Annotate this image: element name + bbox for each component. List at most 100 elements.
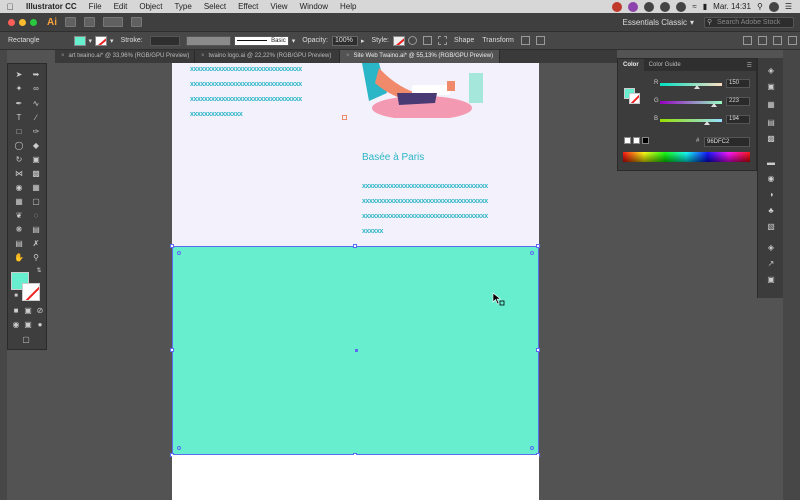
wifi-icon[interactable]: ≈ [692, 2, 696, 11]
edit-toolbar-icon[interactable]: ▢ [20, 335, 32, 344]
cloud-icon[interactable] [660, 1, 671, 12]
placeholder-text-line[interactable]: xxxxxxxxxxxxxxxxxxxxxxxxxxxxxxxxxxxx [362, 183, 488, 190]
selected-rectangle[interactable] [172, 246, 539, 455]
layers-icon[interactable]: ◈ [766, 243, 776, 252]
document-tab[interactable]: × art twaino.ai* @ 33,96% (RGB/GPU Previe… [55, 50, 195, 63]
graphic-style-swatch[interactable] [392, 35, 405, 46]
eraser-tool-icon[interactable]: ◆ [30, 141, 42, 150]
menu-type[interactable]: Type [168, 2, 197, 11]
slider-knob[interactable] [704, 121, 711, 125]
artboard[interactable]: xxxxxxxxxxxxxxxxxxxxxxxxxxxxxxxx xxxxxxx… [170, 63, 540, 500]
shaper-tool-icon[interactable]: ◯ [13, 141, 25, 150]
stock-search-input[interactable]: ⚲ Search Adobe Stock [704, 16, 794, 28]
line-tool-icon[interactable]: ∕ [30, 113, 42, 122]
swatches-icon[interactable]: ▦ [766, 100, 776, 109]
placeholder-text-line[interactable]: xxxxxxxxxxxxxxxxxxxxxxxxxxxxxxxx [190, 96, 302, 103]
brushes-icon[interactable]: ▤ [766, 118, 776, 127]
white-swatch[interactable] [633, 137, 640, 144]
direct-selection-tool-icon[interactable]: ➥ [30, 70, 42, 79]
opacity-label[interactable]: Opacity: [298, 37, 332, 44]
placeholder-text-line[interactable]: xxxxxx [362, 228, 383, 235]
corner-widget[interactable] [530, 251, 534, 255]
bridge-button[interactable] [65, 17, 76, 27]
none-mode-icon[interactable]: ⊘ [34, 306, 46, 315]
gradient-mode-icon[interactable]: ▣ [22, 306, 34, 315]
resize-handle[interactable] [170, 244, 174, 248]
resize-handle[interactable] [353, 244, 357, 248]
status-app-icon[interactable] [644, 1, 655, 12]
canvas-area[interactable]: xxxxxxxxxxxxxxxxxxxxxxxxxxxxxxxx xxxxxxx… [55, 63, 617, 500]
channel-value-input[interactable]: 194 [726, 115, 750, 124]
time-machine-icon[interactable] [676, 1, 687, 12]
close-tab-icon[interactable]: × [61, 53, 65, 59]
opacity-input[interactable]: 100% [331, 35, 358, 46]
zoom-tool-icon[interactable]: ⚲ [30, 253, 42, 262]
panel-menu-icon[interactable] [788, 36, 797, 45]
stock-button[interactable] [84, 17, 95, 27]
align-right-icon[interactable] [773, 36, 782, 45]
swap-colors-icon[interactable]: ⇅ [33, 267, 45, 276]
brush-definition[interactable]: Basic [233, 35, 289, 46]
stroke-color-swatch[interactable] [95, 35, 108, 46]
stroke-weight-input[interactable] [149, 35, 180, 46]
hand-tool-icon[interactable]: ✋ [13, 253, 25, 262]
menu-effect[interactable]: Effect [232, 2, 264, 11]
align-icon[interactable] [422, 36, 432, 45]
mesh-tool-icon[interactable]: ▦ [13, 197, 25, 206]
eyedropper-tool-icon[interactable]: ❦ [13, 211, 25, 220]
none-swatch[interactable] [624, 137, 631, 144]
scale-tool-icon[interactable]: ▣ [30, 155, 42, 164]
curvature-tool-icon[interactable]: ∿ [30, 99, 42, 108]
zoom-window-button[interactable] [30, 18, 37, 26]
rectangle-tool-icon[interactable]: □ [13, 127, 25, 136]
placeholder-text-line[interactable]: xxxxxxxxxxxxxxxxxxxxxxxxxxxxxxxx [190, 66, 302, 73]
gradient-tool-icon[interactable]: ▢ [30, 197, 42, 206]
clock[interactable]: Mar. 14:31 [713, 2, 751, 11]
properties-icon[interactable]: ▣ [766, 82, 776, 91]
notification-center-icon[interactable]: ☰ [785, 2, 792, 11]
close-window-button[interactable] [8, 18, 15, 26]
tab-color[interactable]: Color [618, 59, 644, 71]
tab-color-guide[interactable]: Color Guide [644, 59, 686, 71]
slice-tool-icon[interactable]: ✗ [30, 239, 42, 248]
corner-widget[interactable] [530, 446, 534, 450]
minimize-window-button[interactable] [19, 18, 26, 26]
slider-track[interactable] [660, 83, 722, 86]
screen-mode-icon[interactable]: ▣ [22, 320, 34, 329]
appearance-icon[interactable]: ♣ [766, 206, 776, 215]
grid-icon[interactable] [535, 36, 545, 45]
artboards-icon[interactable]: ▣ [766, 275, 776, 284]
align-left-icon[interactable] [743, 36, 752, 45]
slider-knob[interactable] [710, 103, 717, 107]
hex-input[interactable]: 96DFC2 [704, 137, 750, 147]
illustration-woman-laptop[interactable] [357, 63, 492, 118]
pen-tool-icon[interactable]: ✒ [13, 99, 25, 108]
magic-wand-tool-icon[interactable]: ✦ [13, 84, 25, 93]
menu-view[interactable]: View [264, 2, 293, 11]
app-menu[interactable]: Illustrator CC [20, 2, 83, 11]
gradient-icon[interactable]: ◉ [766, 174, 776, 183]
recolor-artwork-icon[interactable] [407, 36, 417, 45]
stroke-icon[interactable]: ▬ [766, 158, 776, 167]
lasso-tool-icon[interactable]: ∞ [30, 84, 42, 93]
channel-value-input[interactable]: 223 [726, 97, 750, 106]
transform-button[interactable]: Transform [478, 37, 518, 44]
width-tool-icon[interactable]: ⋈ [13, 169, 25, 178]
spotlight-search-icon[interactable]: ⚲ [757, 2, 763, 11]
chevron-down-icon[interactable]: ▾ [110, 37, 114, 45]
corner-widget[interactable] [177, 446, 181, 450]
battery-icon[interactable]: ▮ [703, 2, 707, 11]
align-center-icon[interactable] [758, 36, 767, 45]
placeholder-text-line[interactable]: xxxxxxxxxxxxxxxxxxxxxxxxxxxxxxxxxxxx [362, 213, 488, 220]
section-heading[interactable]: Basée à Paris [362, 152, 424, 163]
blend-tool-icon[interactable]: ◌ [30, 211, 42, 220]
document-tab[interactable]: × twaino logo.ai @ 22,22% (RGB/GPU Previe… [195, 50, 340, 63]
chevron-down-icon[interactable]: ▾ [292, 37, 296, 45]
color-mode-icon[interactable]: ■ [10, 306, 22, 315]
panel-menu-icon[interactable]: ☰ [747, 62, 756, 69]
corner-widget[interactable] [177, 251, 181, 255]
menu-object[interactable]: Object [133, 2, 168, 11]
perspective-grid-tool-icon[interactable]: ▦ [30, 183, 42, 192]
draw-inside-icon[interactable]: ● [34, 320, 46, 329]
symbols-icon[interactable]: ▩ [766, 134, 776, 143]
